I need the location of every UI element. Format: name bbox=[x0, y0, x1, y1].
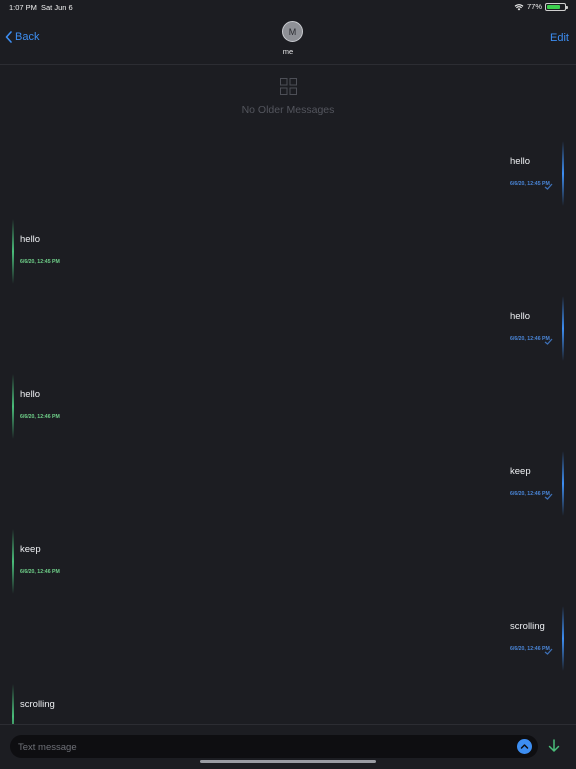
message-bubble[interactable]: keep 6/6/20, 12:46 PM bbox=[12, 528, 100, 594]
message-accent-bar bbox=[562, 451, 564, 516]
edit-button[interactable]: Edit bbox=[550, 32, 569, 44]
no-older-messages: No Older Messages bbox=[0, 78, 576, 116]
status-date: Sat Jun 6 bbox=[41, 3, 73, 12]
message-accent-bar bbox=[562, 141, 564, 206]
battery-icon bbox=[545, 2, 568, 11]
message-text: keep bbox=[510, 466, 531, 477]
message-list[interactable]: No Older Messages hello 6/6/20, 12:45 PM h… bbox=[0, 65, 576, 724]
checkmark-icon bbox=[544, 493, 553, 500]
message-timestamp: 6/6/20, 12:45 PM bbox=[20, 258, 60, 265]
message-text: hello bbox=[510, 156, 531, 167]
send-button[interactable] bbox=[517, 739, 532, 754]
avatar[interactable]: M bbox=[282, 21, 303, 42]
message-bubble[interactable]: hello 6/6/20, 12:46 PM bbox=[12, 373, 100, 439]
message-text: keep bbox=[20, 543, 41, 555]
arrow-down-icon bbox=[548, 739, 560, 752]
status-time: 1:07 PM bbox=[9, 3, 37, 12]
scroll-down-button[interactable] bbox=[548, 739, 560, 758]
message-timestamp: 6/6/20, 12:46 PM bbox=[20, 568, 60, 575]
back-label: Back bbox=[15, 31, 40, 43]
message-accent-bar bbox=[12, 218, 14, 284]
checkmark-icon bbox=[544, 648, 553, 655]
message-accent-bar bbox=[12, 683, 14, 724]
chevron-left-icon bbox=[5, 31, 12, 43]
message-input-box bbox=[10, 735, 538, 760]
conversation-header: Back M me Edit bbox=[0, 14, 576, 65]
battery-cap bbox=[566, 5, 568, 9]
checkmark-icon bbox=[544, 183, 553, 190]
battery-percent: 77% bbox=[526, 2, 542, 11]
message-text: hello bbox=[20, 388, 41, 400]
message-text: hello bbox=[510, 311, 531, 322]
message-accent-bar bbox=[12, 373, 14, 439]
message-text: scrolling bbox=[510, 621, 545, 632]
status-bar: 1:07 PM Sat Jun 6 77% bbox=[0, 0, 576, 14]
message-bubble[interactable]: keep 6/6/20, 12:46 PM bbox=[510, 451, 564, 516]
contact-name: me bbox=[282, 47, 294, 56]
message-accent-bar bbox=[562, 606, 564, 671]
message-bubble[interactable]: scrolling6/6/20, 12:46 PM bbox=[510, 606, 564, 671]
battery-fill bbox=[547, 4, 560, 9]
message-text: hello bbox=[20, 233, 41, 245]
message-accent-bar bbox=[562, 296, 564, 361]
checkmark-icon bbox=[544, 338, 553, 345]
no-older-messages-label: No Older Messages bbox=[241, 104, 335, 116]
home-indicator bbox=[200, 760, 376, 763]
composer bbox=[0, 724, 576, 769]
message-input[interactable] bbox=[16, 735, 510, 760]
status-right: 77% bbox=[514, 2, 568, 11]
message-bubble[interactable]: hello 6/6/20, 12:46 PM bbox=[510, 296, 564, 361]
message-bubble[interactable]: hello 6/6/20, 12:45 PM bbox=[510, 141, 564, 206]
message-bubble[interactable]: scrolling6/6/20, 12:46 PM bbox=[12, 683, 100, 724]
back-button[interactable]: Back bbox=[5, 31, 39, 43]
message-text: scrolling bbox=[20, 698, 55, 710]
message-timestamp: 6/6/20, 12:46 PM bbox=[20, 413, 60, 420]
message-bubble[interactable]: hello 6/6/20, 12:45 PM bbox=[12, 218, 100, 284]
wifi-icon bbox=[514, 3, 524, 10]
grid-icon bbox=[279, 78, 297, 95]
arrow-up-icon bbox=[520, 744, 529, 749]
message-accent-bar bbox=[12, 528, 14, 594]
